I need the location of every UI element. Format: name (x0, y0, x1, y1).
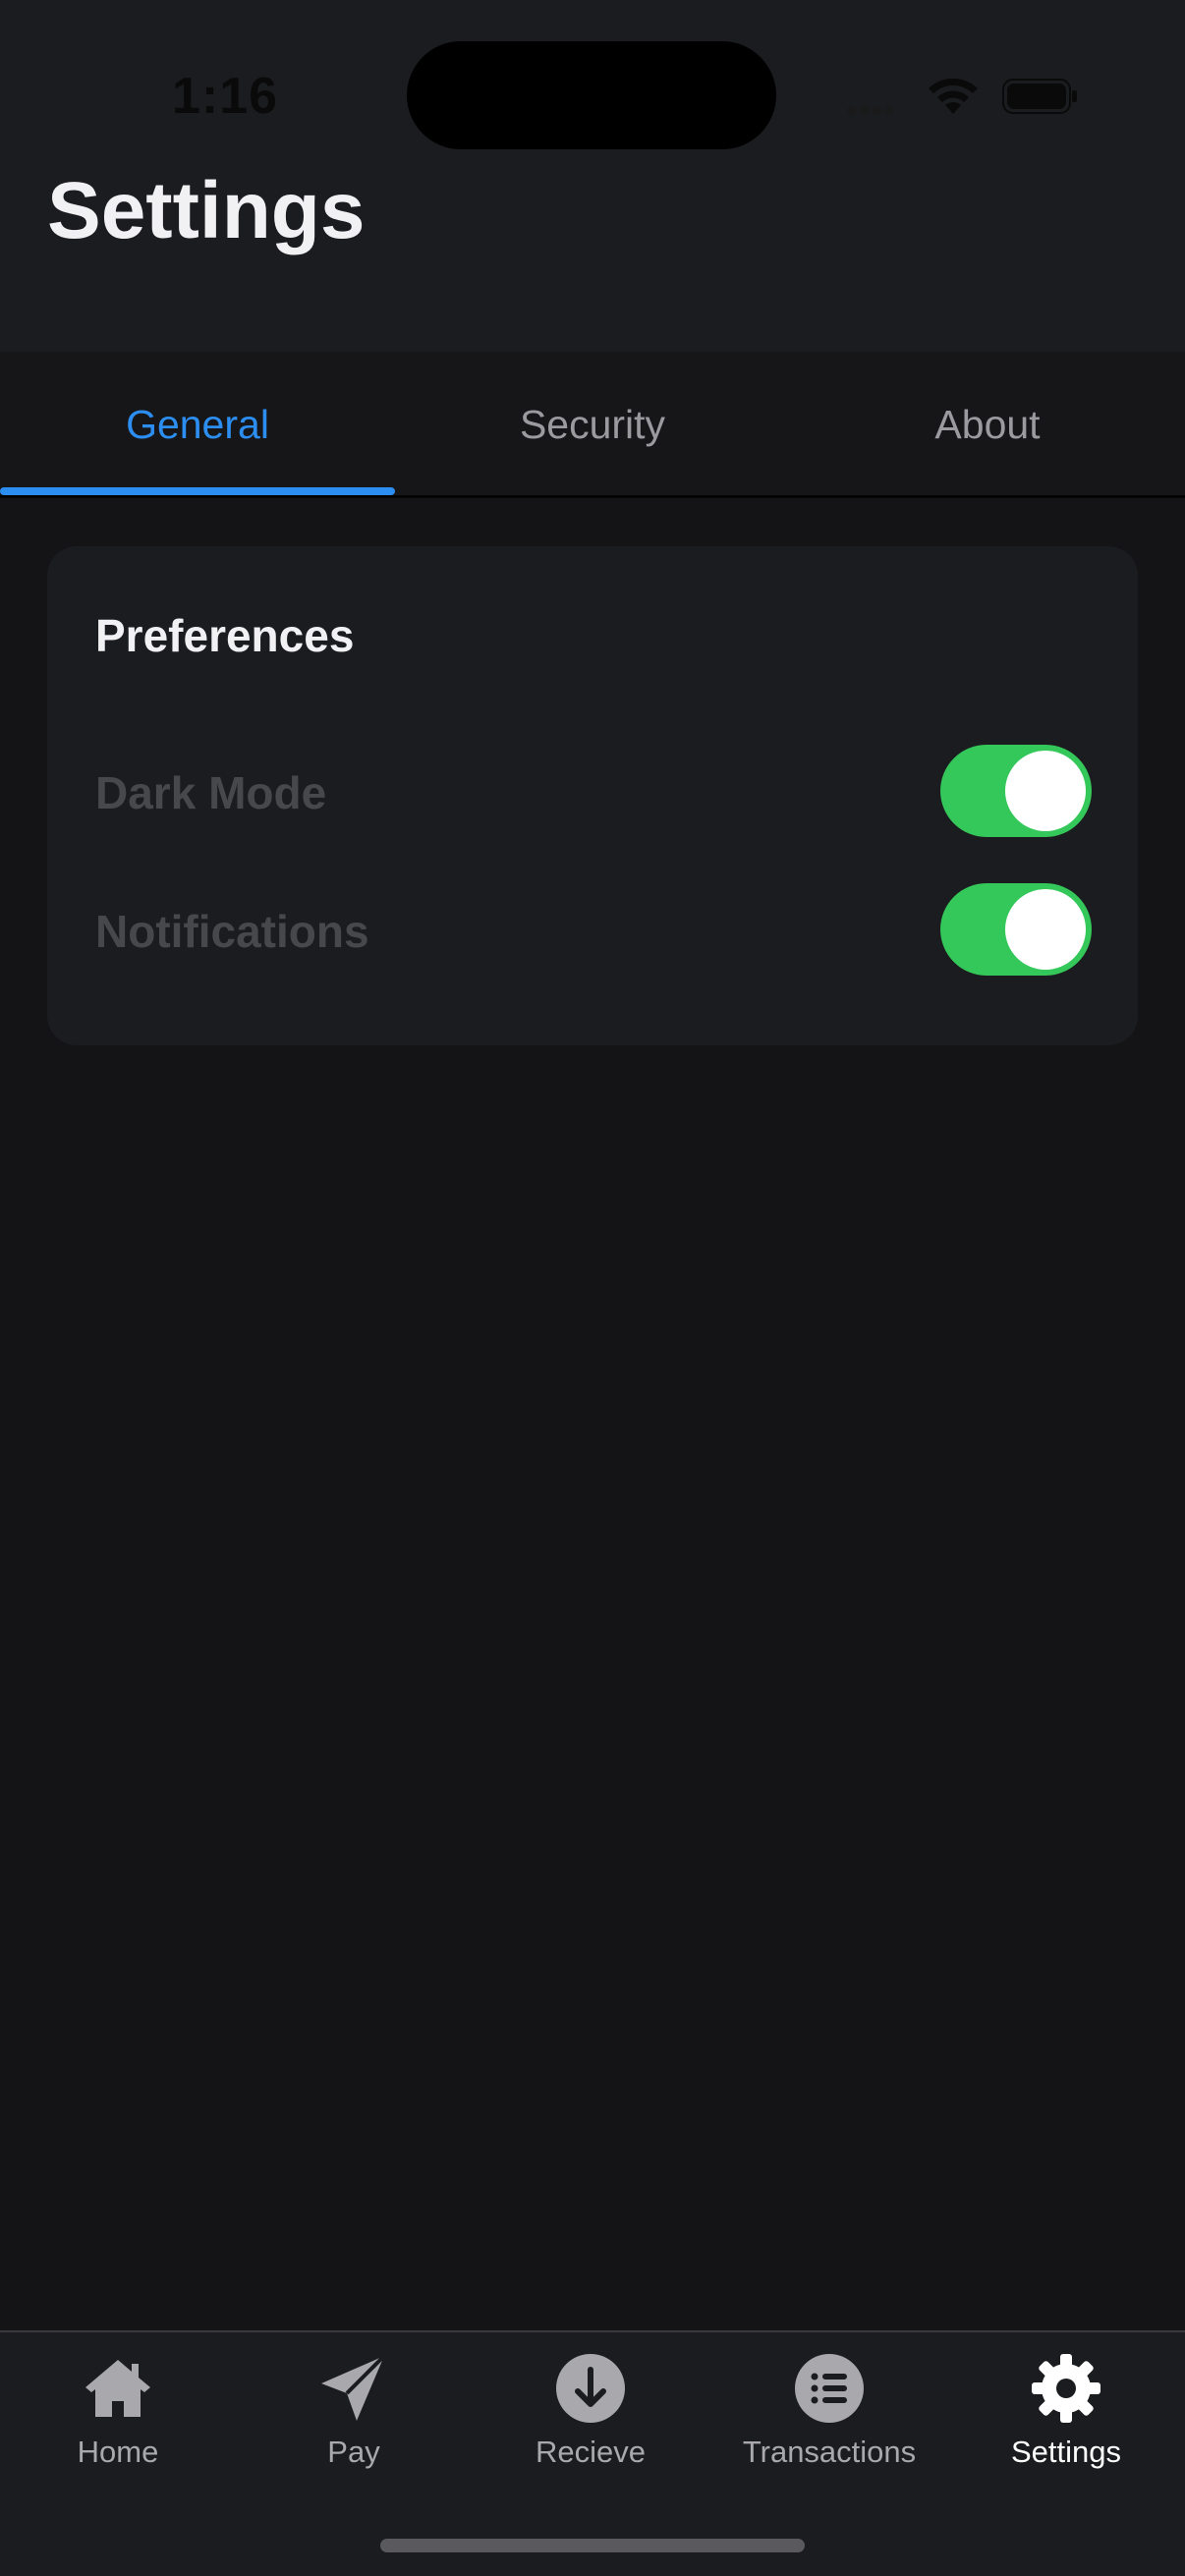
battery-icon (1002, 79, 1077, 114)
status-time: 1:16 (172, 68, 279, 125)
dynamic-island (407, 41, 776, 149)
tab-security-label: Security (519, 402, 666, 447)
nav-settings[interactable]: Settings (948, 2352, 1184, 2480)
header: 1:16 Settings (0, 0, 1185, 352)
nav-pay[interactable]: Pay (236, 2352, 472, 2480)
arrow-down-circle-icon (556, 2354, 625, 2423)
page-title: Settings (47, 166, 366, 255)
dark-mode-row: Dark Mode (95, 745, 1092, 839)
settings-tabs: General Security About (0, 352, 1185, 498)
tab-general-label: General (126, 402, 269, 447)
nav-home-label: Home (77, 2435, 159, 2469)
cellular-signal-icon (847, 102, 898, 120)
paper-plane-icon (321, 2354, 386, 2421)
dark-mode-label: Dark Mode (95, 767, 327, 818)
tab-security[interactable]: Security (395, 352, 790, 495)
tab-about[interactable]: About (790, 352, 1185, 495)
tab-about-label: About (934, 402, 1041, 447)
preferences-title: Preferences (95, 610, 355, 661)
tab-general[interactable]: General (0, 352, 395, 495)
wifi-icon (929, 78, 978, 114)
nav-transactions[interactable]: Transactions (711, 2352, 947, 2480)
toggle-knob (1005, 751, 1086, 831)
settings-screen: 1:16 Settings General Security About Pre… (0, 0, 1185, 2576)
notifications-toggle[interactable] (940, 883, 1092, 976)
active-tab-indicator (0, 487, 395, 495)
notifications-row: Notifications (95, 883, 1092, 978)
nav-settings-label: Settings (1010, 2435, 1121, 2469)
home-icon (85, 2360, 150, 2417)
preferences-card: Preferences Dark Mode Notifications (47, 546, 1138, 1045)
toggle-knob (1005, 889, 1086, 970)
list-circle-icon (795, 2354, 864, 2423)
status-icons (847, 71, 1083, 122)
nav-pay-label: Pay (327, 2435, 380, 2469)
nav-recieve[interactable]: Recieve (473, 2352, 708, 2480)
notifications-label: Notifications (95, 906, 369, 957)
dark-mode-toggle[interactable] (940, 745, 1092, 837)
nav-recieve-label: Recieve (536, 2435, 646, 2469)
gear-icon (1032, 2354, 1100, 2423)
home-indicator (380, 2539, 805, 2552)
nav-transactions-label: Transactions (742, 2435, 917, 2469)
nav-home[interactable]: Home (0, 2352, 236, 2480)
